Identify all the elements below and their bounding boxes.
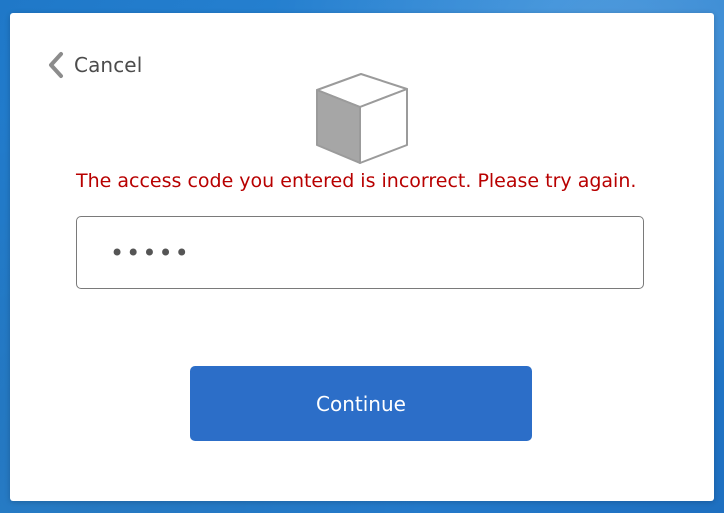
- access-code-input[interactable]: [76, 216, 644, 289]
- continue-button[interactable]: Continue: [190, 366, 532, 441]
- access-code-dialog: Cancel The access code you entered is in…: [10, 13, 714, 501]
- cancel-label: Cancel: [74, 53, 143, 77]
- cancel-button[interactable]: Cancel: [44, 51, 142, 79]
- cube-icon: [316, 73, 408, 164]
- error-message: The access code you entered is incorrect…: [76, 170, 637, 192]
- chevron-left-icon: [49, 52, 63, 78]
